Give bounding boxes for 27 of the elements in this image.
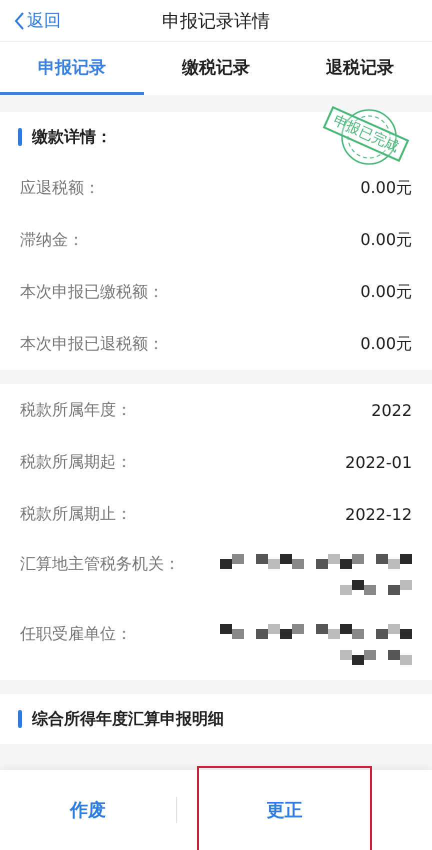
action-button[interactable]: 作废: [0, 766, 176, 850]
tab[interactable]: 缴税记录: [144, 42, 288, 95]
completed-stamp: 申报已完成: [322, 106, 410, 162]
section-title: 缴款详情：: [32, 126, 112, 148]
field-label: 汇算地主管税务机关：: [20, 554, 180, 575]
field-value: 2022: [371, 400, 412, 420]
field-value: 0.00元: [360, 230, 412, 250]
field-label: 应退税额：: [20, 178, 100, 198]
back-button[interactable]: 返回: [14, 9, 61, 32]
field-value: 0.00元: [360, 334, 412, 354]
field-label: 税款所属年度：: [20, 400, 132, 420]
field-value: 2022-01: [345, 452, 412, 472]
field-label: 税款所属期止：: [20, 504, 132, 524]
field-value: 0.00元: [360, 178, 412, 198]
chevron-left-icon: [14, 12, 25, 30]
tab[interactable]: 申报记录: [0, 42, 144, 95]
field-value: 2022-12: [345, 504, 412, 524]
field-label: 税款所属期起：: [20, 452, 132, 472]
section-title: 综合所得年度汇算申报明细: [32, 708, 224, 730]
action-button[interactable]: 更正: [196, 766, 372, 850]
page-title: 申报记录详情: [162, 10, 270, 32]
tab[interactable]: 退税记录: [288, 42, 432, 95]
field-value: 0.00元: [360, 282, 412, 302]
field-label: 滞纳金：: [20, 230, 84, 250]
field-label: 任职受雇单位：: [20, 624, 132, 645]
field-label: 本次申报已缴税额：: [20, 282, 164, 302]
field-label: 本次申报已退税额：: [20, 334, 164, 354]
